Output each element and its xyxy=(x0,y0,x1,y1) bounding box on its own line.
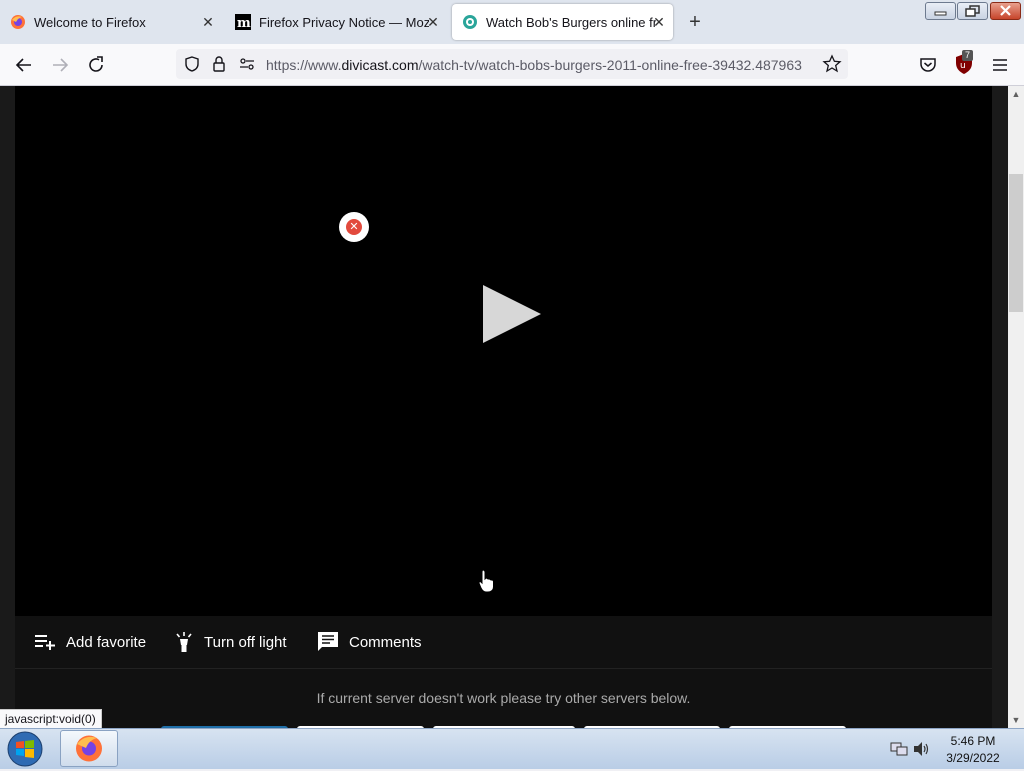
tab-welcome-to-firefox[interactable]: Welcome to Firefox ✕ xyxy=(0,4,222,40)
add-favorite-label: Add favorite xyxy=(66,633,147,651)
url-prefix: https://www. xyxy=(266,57,342,73)
playlist-add-icon xyxy=(35,635,55,650)
tab-firefox-privacy-notice[interactable]: m Firefox Privacy Notice — Mozilla ✕ xyxy=(225,4,447,40)
server-list: If current server doesn't work please tr… xyxy=(15,668,992,728)
url-path: /watch-tv/watch-bobs-burgers-2011-online… xyxy=(418,57,802,73)
close-tab-icon[interactable]: ✕ xyxy=(425,14,441,30)
svg-text:m: m xyxy=(237,16,251,30)
player-action-bar: Add favorite Turn off light Comments xyxy=(15,616,992,668)
url-text[interactable]: https://www.divicast.com/watch-tv/watch-… xyxy=(266,57,814,73)
lock-icon[interactable] xyxy=(210,55,228,73)
status-bar: javascript:void(0) xyxy=(0,709,102,730)
tab-strip: Welcome to Firefox ✕ m Firefox Privacy N… xyxy=(0,0,1024,44)
page-content: ✕ Add favorite Turn off light Comments I… xyxy=(0,86,1008,728)
turn-off-light-label: Turn off light xyxy=(204,633,287,651)
menu-hamburger-icon[interactable] xyxy=(987,52,1013,78)
close-tab-icon[interactable]: ✕ xyxy=(200,14,216,30)
server-note: If current server doesn't work please tr… xyxy=(316,690,691,706)
lamp-icon xyxy=(176,632,192,652)
restore-button[interactable] xyxy=(957,2,988,20)
ublock-origin-button[interactable]: u 7 xyxy=(951,50,977,79)
close-tab-icon[interactable]: ✕ xyxy=(651,14,667,30)
firefox-icon xyxy=(76,735,102,762)
hand-cursor-icon xyxy=(478,569,494,593)
minimize-icon xyxy=(934,11,947,16)
bookmark-star-icon[interactable] xyxy=(822,54,842,74)
svg-text:u: u xyxy=(960,61,966,71)
close-window-button[interactable] xyxy=(990,2,1021,20)
scroll-up-icon[interactable]: ▲ xyxy=(1008,86,1024,102)
divicast-icon xyxy=(463,15,477,29)
tab-label: Welcome to Firefox xyxy=(34,14,146,30)
vertical-scrollbar[interactable]: ▲ ▼ xyxy=(1008,86,1024,728)
close-icon: ✕ xyxy=(346,219,362,235)
firefox-icon xyxy=(11,15,25,29)
navigation-toolbar: https://www.divicast.com/watch-tv/watch-… xyxy=(0,44,1024,86)
windows-start-icon[interactable] xyxy=(4,730,46,768)
ublock-badge: 7 xyxy=(962,50,974,61)
clock-time[interactable]: 5:46 PM xyxy=(928,734,1018,748)
tab-label: Watch Bob's Burgers online free xyxy=(486,14,656,30)
taskbar: 5:46 PM 3/29/2022 xyxy=(0,728,1024,769)
tracking-protection-shield-icon[interactable] xyxy=(183,55,201,73)
clock-date[interactable]: 3/29/2022 xyxy=(928,751,1018,765)
scroll-thumb[interactable] xyxy=(1009,174,1023,312)
tab-label: Firefox Privacy Notice — Mozilla xyxy=(259,14,429,30)
pocket-icon[interactable] xyxy=(915,52,941,78)
comment-icon xyxy=(318,632,338,651)
mozilla-icon: m xyxy=(235,14,251,30)
url-domain: divicast.com xyxy=(341,57,419,73)
system-tray: 5:46 PM 3/29/2022 xyxy=(886,729,1024,769)
comments-button[interactable]: Comments xyxy=(317,629,422,655)
comments-label: Comments xyxy=(349,633,422,651)
close-icon xyxy=(1000,5,1011,16)
network-icon[interactable] xyxy=(890,741,908,757)
taskbar-firefox-button[interactable] xyxy=(60,730,118,767)
scroll-down-icon[interactable]: ▼ xyxy=(1008,712,1024,728)
ad-close-button[interactable]: ✕ xyxy=(339,212,369,242)
add-favorite-button[interactable]: Add favorite xyxy=(34,629,146,655)
new-tab-button[interactable]: + xyxy=(684,11,706,33)
minimize-button[interactable] xyxy=(925,2,956,20)
video-player[interactable]: ✕ xyxy=(15,86,992,616)
turn-off-light-button[interactable]: Turn off light xyxy=(174,629,287,655)
back-icon[interactable] xyxy=(11,52,37,78)
forward-icon[interactable] xyxy=(47,52,73,78)
reload-icon[interactable] xyxy=(83,52,109,78)
permissions-icon[interactable] xyxy=(238,55,256,73)
url-bar[interactable]: https://www.divicast.com/watch-tv/watch-… xyxy=(176,49,848,79)
play-icon[interactable] xyxy=(481,283,543,345)
tab-watch-bobs-burgers[interactable]: Watch Bob's Burgers online free ✕ xyxy=(452,4,673,40)
restore-icon xyxy=(965,5,980,17)
